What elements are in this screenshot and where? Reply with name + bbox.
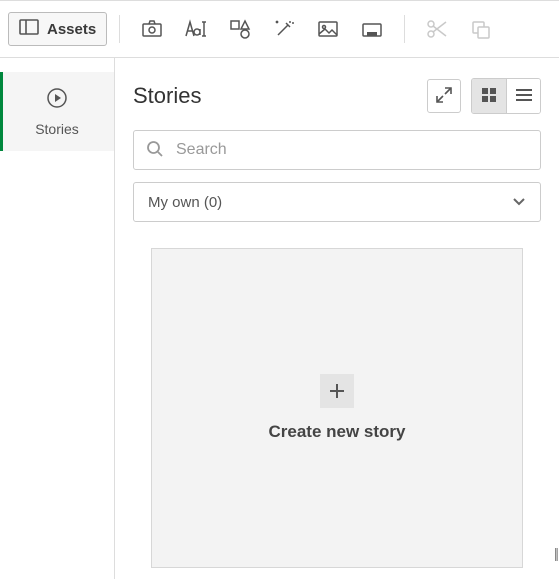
plus-icon	[320, 374, 354, 408]
filter-dropdown[interactable]: My own (0)	[133, 182, 541, 222]
search-icon	[146, 140, 164, 161]
sidebar-item-label: Stories	[35, 121, 79, 137]
wand-icon	[273, 18, 295, 40]
toolbar-divider	[119, 15, 120, 43]
top-toolbar: Assets	[0, 0, 559, 58]
cut-button[interactable]	[417, 9, 457, 49]
chevron-down-icon	[512, 194, 526, 211]
sheet-icon	[361, 20, 383, 38]
page-title: Stories	[133, 83, 201, 109]
grid-view-button[interactable]	[472, 79, 506, 113]
list-icon	[515, 88, 533, 105]
assets-button[interactable]: Assets	[8, 12, 107, 46]
media-tool[interactable]	[308, 9, 348, 49]
copy-button[interactable]	[461, 9, 501, 49]
create-story-tile[interactable]: Create new story	[151, 248, 523, 568]
image-icon	[317, 20, 339, 38]
text-icon	[184, 19, 208, 39]
list-view-button[interactable]	[506, 79, 540, 113]
search-input[interactable]	[174, 140, 528, 160]
copy-icon	[470, 19, 492, 39]
view-toggle	[471, 78, 541, 114]
toolbar-divider	[404, 15, 405, 43]
resize-handle[interactable]: ||	[554, 545, 557, 561]
sidebar-item-stories[interactable]: Stories	[0, 72, 114, 151]
sheet-tool[interactable]	[352, 9, 392, 49]
text-tool[interactable]	[176, 9, 216, 49]
shapes-tool[interactable]	[220, 9, 260, 49]
panel-icon	[19, 19, 39, 39]
expand-button[interactable]	[427, 79, 461, 113]
camera-icon	[141, 19, 163, 39]
scissors-icon	[426, 19, 448, 39]
create-story-label: Create new story	[269, 422, 406, 442]
play-circle-icon	[45, 86, 69, 113]
search-field[interactable]	[133, 130, 541, 170]
left-sidebar: Stories	[0, 58, 115, 579]
snapshot-tool[interactable]	[132, 9, 172, 49]
main-panel: Stories	[115, 58, 559, 579]
shapes-icon	[229, 19, 251, 39]
assets-label: Assets	[47, 21, 96, 38]
expand-icon	[436, 87, 452, 106]
filter-label: My own (0)	[148, 194, 222, 211]
grid-icon	[481, 87, 497, 106]
effects-tool[interactable]	[264, 9, 304, 49]
